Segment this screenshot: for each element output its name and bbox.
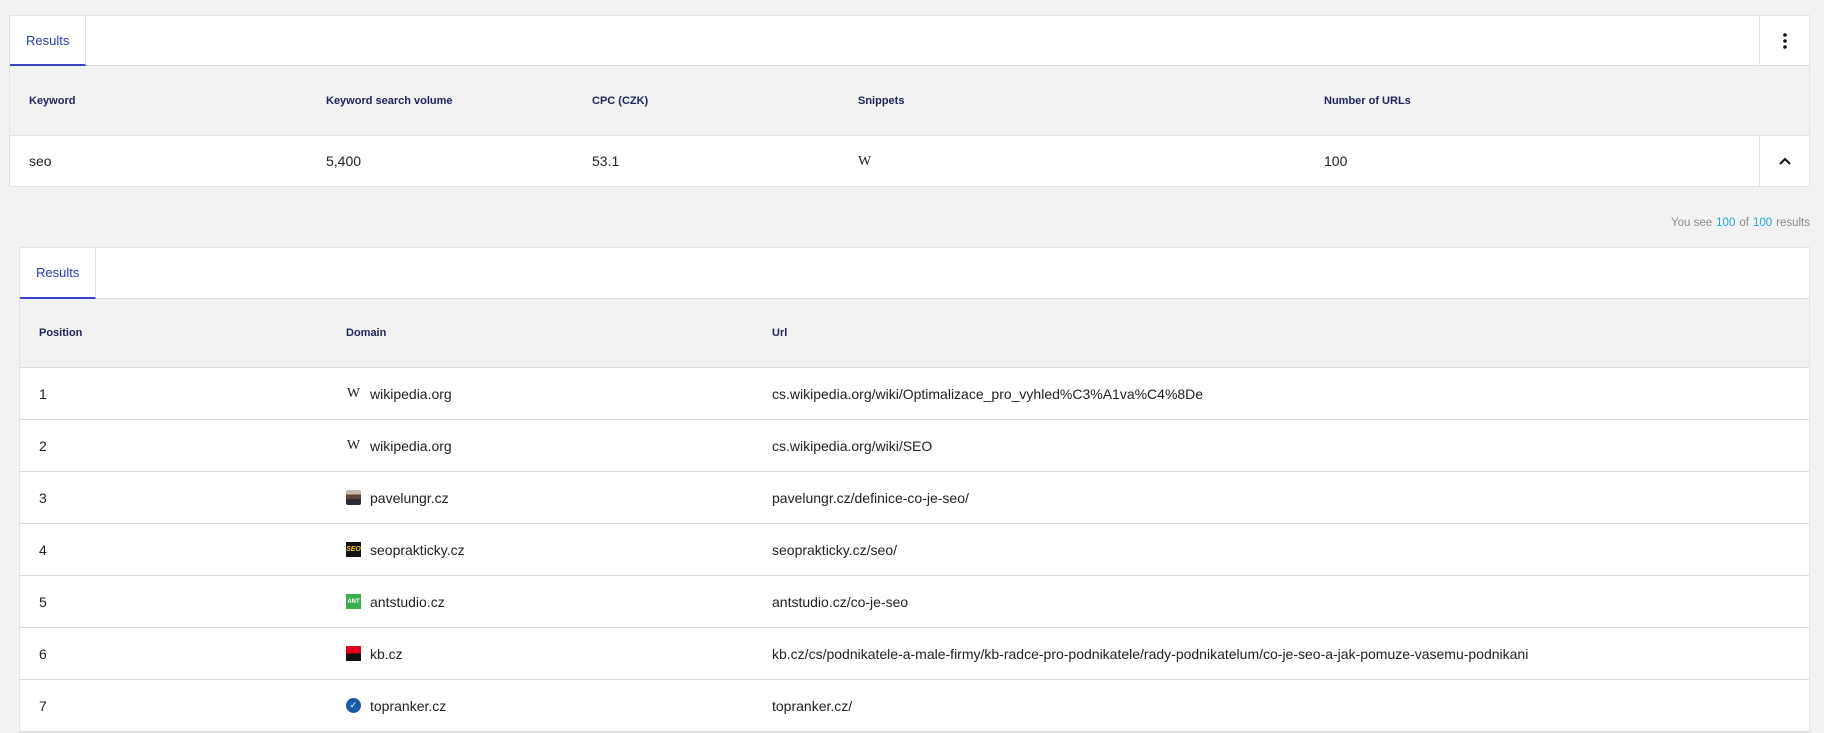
table-row[interactable]: 7 ✓ topranker.cz topranker.cz/ <box>20 680 1809 732</box>
header-position: Position <box>39 327 83 339</box>
domain-cell: pavelungr.cz <box>346 490 772 506</box>
url-cell[interactable]: cs.wikipedia.org/wiki/Optimalizace_pro_v… <box>772 386 1203 402</box>
url-cell[interactable]: topranker.cz/ <box>772 698 852 714</box>
table-row[interactable]: 2 Wwikipedia.org cs.wikipedia.org/wiki/S… <box>20 420 1809 472</box>
url-cell[interactable]: seoprakticky.cz/seo/ <box>772 542 897 558</box>
url-cell[interactable]: kb.cz/cs/podnikatele-a-male-firmy/kb-rad… <box>772 646 1528 662</box>
domain-cell: kb.cz <box>346 646 772 662</box>
position-cell: 2 <box>39 437 47 454</box>
header-domain: Domain <box>346 327 387 339</box>
domain-text: wikipedia.org <box>370 437 452 454</box>
kb-favicon-icon <box>346 646 361 661</box>
wikipedia-favicon-icon: W <box>346 385 361 401</box>
domain-text: kb.cz <box>370 645 403 662</box>
more-vertical-icon <box>1782 33 1787 49</box>
table-row[interactable]: 5 ANT antstudio.cz antstudio.cz/co-je-seo <box>20 576 1809 628</box>
snippets-cell: W <box>858 152 1324 170</box>
checkmark-favicon-icon: ✓ <box>346 698 361 713</box>
results-summary: You see 100 of 100 results <box>19 187 1810 247</box>
tab-results[interactable]: Results <box>10 16 87 66</box>
chevron-up-icon <box>1778 157 1791 165</box>
url-cell[interactable]: cs.wikipedia.org/wiki/SEO <box>772 438 932 454</box>
header-cpc: CPC (CZK) <box>592 94 649 107</box>
header-keyword: Keyword <box>29 94 76 107</box>
collapse-row-button[interactable] <box>1759 136 1809 186</box>
table-row[interactable]: 6 kb.cz kb.cz/cs/podnikatele-a-male-firm… <box>20 628 1809 680</box>
domain-text: seoprakticky.cz <box>370 541 465 558</box>
domain-text: pavelungr.cz <box>370 489 449 506</box>
domain-cell: SEO seoprakticky.cz <box>346 542 772 558</box>
keywords-table-header: Keyword Keyword search volume CPC (CZK) … <box>9 66 1810 135</box>
position-cell: 3 <box>39 489 47 506</box>
position-cell: 7 <box>39 697 47 714</box>
serp-results-table: Results Position Domain Url 1 Wwikipedia… <box>19 247 1810 733</box>
table-row[interactable]: 3 pavelungr.cz pavelungr.cz/definice-co-… <box>20 472 1809 524</box>
inner-tabbar: Results <box>20 248 1809 299</box>
domain-text: wikipedia.org <box>370 385 452 402</box>
domain-cell: Wwikipedia.org <box>346 438 772 454</box>
position-cell: 4 <box>39 541 47 558</box>
position-cell: 5 <box>39 593 47 610</box>
urls-count-cell: 100 <box>1324 153 1348 169</box>
inner-tab-results[interactable]: Results <box>20 248 97 299</box>
domain-cell: Wwikipedia.org <box>346 386 772 402</box>
ant-favicon-icon: ANT <box>346 594 361 609</box>
table-row[interactable]: 4 SEO seoprakticky.cz seoprakticky.cz/seo… <box>20 524 1809 576</box>
cpc-cell: 53.1 <box>592 153 620 169</box>
search-volume-cell: 5,400 <box>326 153 362 169</box>
serp-table-header: Position Domain Url <box>20 299 1809 368</box>
position-cell: 1 <box>39 385 47 402</box>
header-snippets: Snippets <box>858 94 905 107</box>
header-search-volume: Keyword search volume <box>326 94 453 107</box>
domain-cell: ANT antstudio.cz <box>346 594 772 610</box>
url-cell[interactable]: pavelungr.cz/definice-co-je-seo/ <box>772 490 969 506</box>
summary-suffix: results <box>1776 217 1810 229</box>
summary-shown-count: 100 <box>1716 217 1736 229</box>
results-panel: Results Keyword Keyword search volume CP… <box>9 15 1810 733</box>
header-number-of-urls: Number of URLs <box>1324 94 1411 107</box>
url-cell[interactable]: antstudio.cz/co-je-seo <box>772 594 908 610</box>
wikipedia-snippet-icon: W <box>858 154 872 169</box>
domain-text: antstudio.cz <box>370 593 445 610</box>
summary-total-count: 100 <box>1752 217 1773 229</box>
seo-favicon-icon: SEO <box>346 542 361 557</box>
header-url: Url <box>772 327 788 339</box>
summary-prefix: You see <box>1671 217 1713 229</box>
domain-cell: ✓ topranker.cz <box>346 698 772 714</box>
keyword-cell: seo <box>29 153 52 169</box>
keyword-details: You see 100 of 100 results Results Posit… <box>9 187 1810 733</box>
more-menu-button[interactable] <box>1759 16 1809 66</box>
top-tabbar: Results <box>9 15 1810 66</box>
domain-text: topranker.cz <box>370 697 447 714</box>
table-row[interactable]: 1 Wwikipedia.org cs.wikipedia.org/wiki/O… <box>20 368 1809 420</box>
summary-of: of <box>1739 217 1749 229</box>
wikipedia-favicon-icon: W <box>346 437 361 453</box>
position-cell: 6 <box>39 645 47 662</box>
keyword-row[interactable]: seo 5,400 53.1 W 100 <box>9 135 1810 187</box>
person-avatar-favicon-icon <box>346 490 361 505</box>
